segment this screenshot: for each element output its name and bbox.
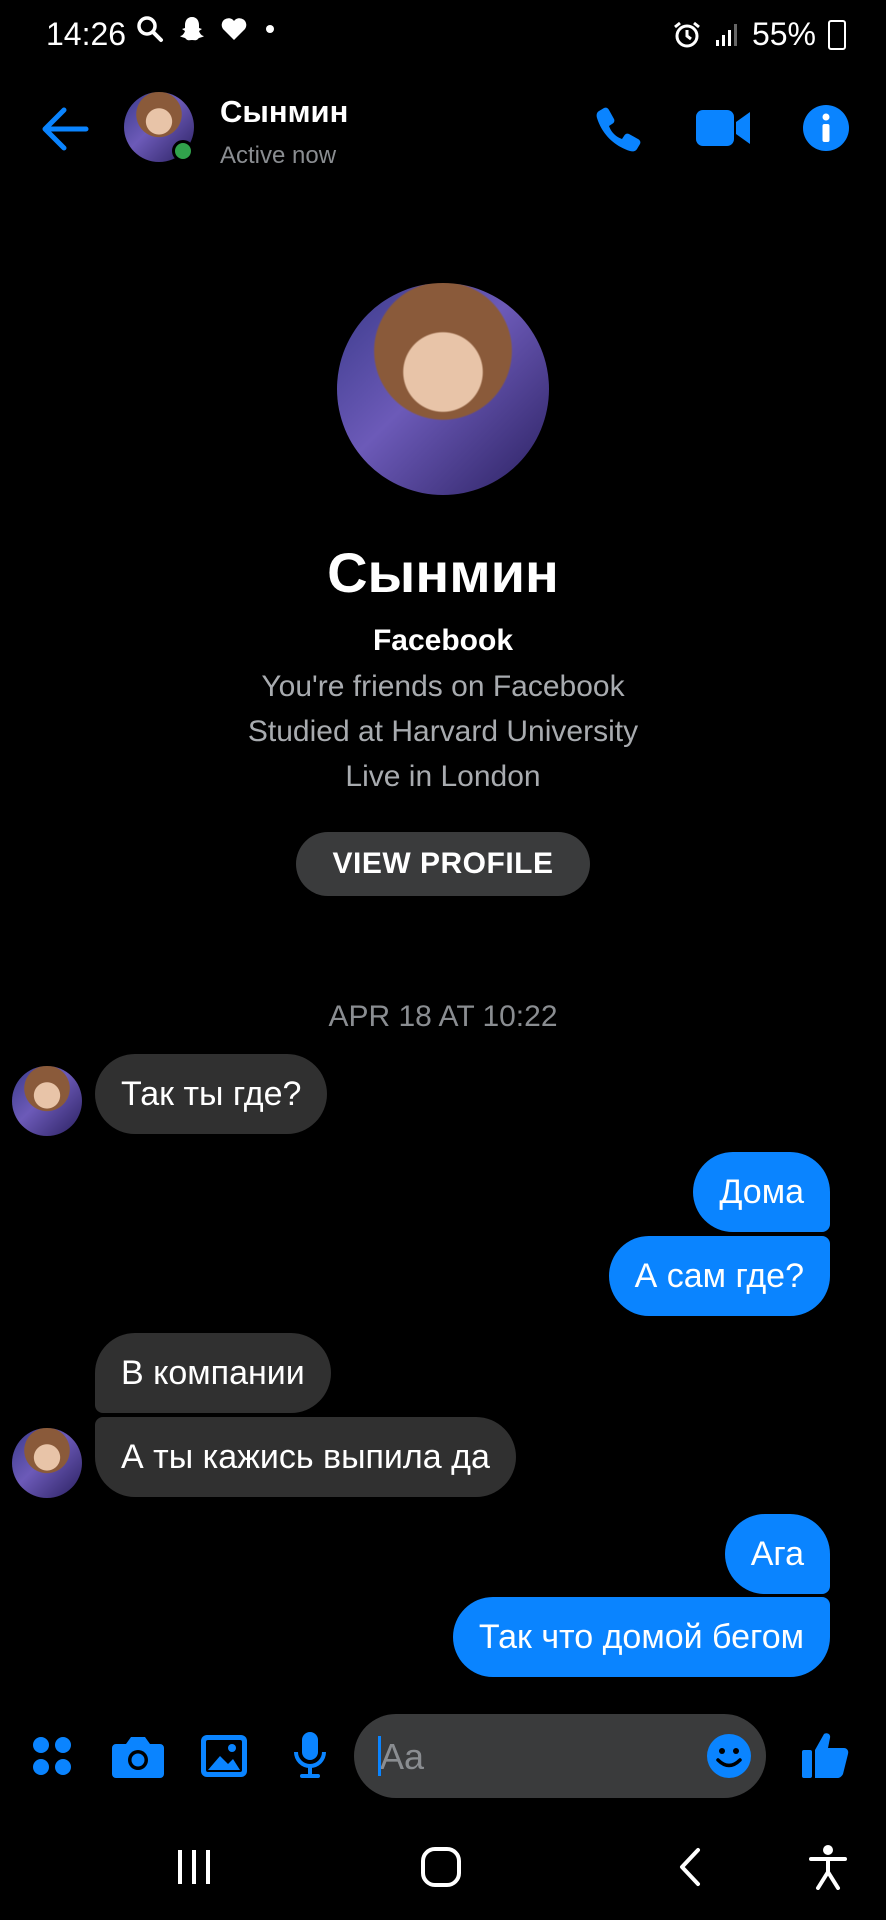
online-indicator <box>172 140 194 162</box>
emoji-icon[interactable] <box>706 1733 752 1779</box>
status-time: 14:26 <box>46 16 127 52</box>
message-bubble-outgoing[interactable]: Дома <box>693 1152 830 1232</box>
snapchat-icon <box>180 17 204 41</box>
message-bubble-outgoing[interactable]: Так что домой бегом <box>452 1597 830 1677</box>
alarm-icon <box>674 21 700 47</box>
phone-icon[interactable] <box>594 104 644 154</box>
contact-name[interactable]: Сынмин <box>220 94 348 130</box>
message-avatar <box>12 1066 82 1136</box>
like-thumb-icon[interactable] <box>800 1730 850 1780</box>
profile-name: Сынмин <box>327 541 559 604</box>
back-arrow-icon[interactable] <box>40 106 90 152</box>
info-icon[interactable] <box>802 104 850 152</box>
gallery-icon[interactable] <box>200 1734 248 1778</box>
status-right-group: 55% <box>672 16 846 53</box>
message-composer[interactable] <box>354 1714 766 1800</box>
message-bubble-incoming[interactable]: А ты кажись выпила да <box>95 1417 516 1497</box>
home-icon[interactable] <box>420 1846 462 1888</box>
heart-icon <box>221 18 247 40</box>
recent-apps-icon[interactable] <box>174 1848 214 1886</box>
microphone-icon[interactable] <box>292 1730 328 1780</box>
profile-source: Facebook <box>372 624 514 657</box>
apps-menu-icon[interactable] <box>30 1734 74 1778</box>
view-profile-button[interactable]: VIEW PROFILE <box>296 832 590 896</box>
battery-icon <box>828 19 846 50</box>
message-bubble-outgoing[interactable]: А сам где? <box>608 1236 830 1316</box>
profile-info-education: Studied at Harvard University <box>247 715 639 748</box>
signal-icon <box>715 23 737 46</box>
message-bubble-incoming[interactable]: Так ты где? <box>95 1054 328 1134</box>
status-notification-icons <box>136 14 274 44</box>
search-icon <box>137 16 163 42</box>
date-separator: APR 18 AT 10:22 <box>328 1000 558 1033</box>
video-call-icon[interactable] <box>696 108 752 148</box>
message-bubble-outgoing[interactable]: Ага <box>724 1514 830 1594</box>
profile-info-location: Live in London <box>345 760 541 793</box>
dot-icon <box>266 25 274 33</box>
battery-percent: 55% <box>751 16 816 52</box>
camera-icon[interactable] <box>112 1734 164 1778</box>
profile-photo[interactable] <box>337 283 549 495</box>
accessibility-icon[interactable] <box>808 1844 848 1890</box>
message-avatar <box>12 1428 82 1498</box>
contact-status: Active now <box>220 142 337 169</box>
back-nav-icon[interactable] <box>676 1846 704 1888</box>
profile-info-friends: You're friends on Facebook <box>261 670 625 703</box>
message-bubble-incoming[interactable]: В компании <box>95 1333 331 1413</box>
text-caret <box>378 1736 381 1776</box>
message-input[interactable] <box>378 1714 682 1800</box>
